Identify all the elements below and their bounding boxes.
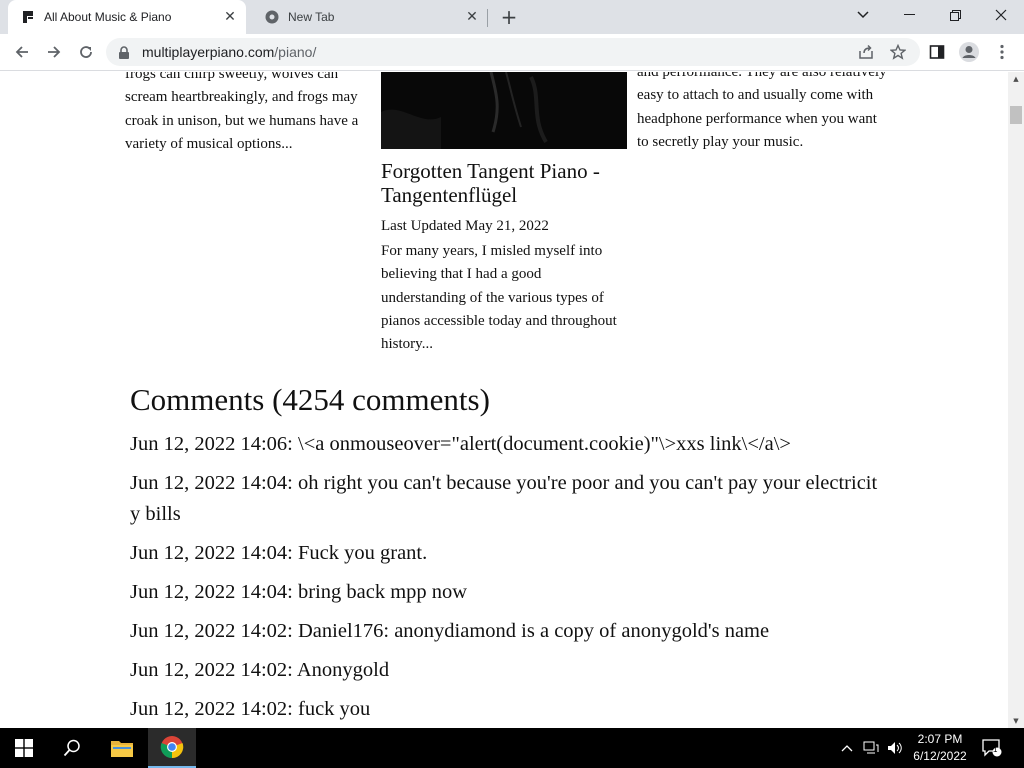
- windows-taskbar: 2:07 PM 6/12/2022 1: [0, 728, 1024, 768]
- page-content: frogs can chirp sweetly, wolves can scre…: [0, 72, 1008, 728]
- post-date: Last Updated May 21, 2022: [381, 218, 549, 234]
- network-icon[interactable]: [861, 738, 881, 758]
- comment-item: Jun 12, 2022 14:04: Fuck you grant.: [130, 542, 428, 564]
- post-excerpt: For many years, I misled myself into bel…: [381, 243, 617, 353]
- post-title-link[interactable]: Forgotten Tangent Piano - Tangentenflüge…: [381, 159, 621, 207]
- show-hidden-icons-icon[interactable]: [837, 738, 857, 758]
- clock-time: 2:07 PM: [917, 732, 963, 746]
- back-arrow-icon[interactable]: [8, 38, 36, 66]
- minimize-icon[interactable]: [886, 0, 932, 30]
- article-excerpt-left: frogs can chirp sweetly, wolves can scre…: [125, 72, 359, 152]
- url-host: multiplayerpiano.com: [142, 44, 275, 60]
- piano-site-favicon-icon: [20, 9, 36, 25]
- windows-start-icon[interactable]: [0, 728, 48, 768]
- notification-count: 1: [993, 745, 998, 754]
- scroll-down-arrow-icon[interactable]: ▼: [1008, 714, 1024, 728]
- side-panel-icon[interactable]: [924, 39, 950, 65]
- forward-arrow-icon[interactable]: [40, 38, 68, 66]
- tab-separator: [487, 9, 488, 27]
- share-icon[interactable]: [853, 39, 879, 65]
- chrome-favicon-icon: [264, 9, 280, 25]
- tab-close-icon[interactable]: ✕: [220, 7, 240, 27]
- comment-item: Jun 12, 2022 14:04: bring back mpp now: [130, 581, 468, 603]
- page-scrollbar[interactable]: ▲ ▼: [1008, 72, 1024, 728]
- url-path: /piano/: [274, 44, 317, 60]
- new-tab-button[interactable]: +: [497, 5, 521, 29]
- scroll-up-arrow-icon[interactable]: ▲: [1008, 72, 1024, 86]
- comment-item: Jun 12, 2022 14:06: \<a onmouseover="ale…: [130, 433, 791, 455]
- tab-search-icon[interactable]: [840, 0, 886, 30]
- tab-strip: All About Music & Piano ✕ New Tab ✕ +: [0, 0, 1024, 34]
- scrollbar-thumb[interactable]: [1010, 106, 1022, 124]
- tab-title: New Tab: [288, 10, 335, 24]
- search-icon[interactable]: [48, 728, 96, 768]
- star-icon[interactable]: [885, 39, 911, 65]
- url-text: multiplayerpiano.com/piano/: [142, 44, 316, 60]
- comment-item: Jun 12, 2022 14:04: oh right you can't b…: [130, 472, 878, 525]
- restore-icon[interactable]: [932, 0, 978, 30]
- kebab-menu-icon[interactable]: [989, 39, 1015, 65]
- tab-title: All About Music & Piano: [44, 10, 172, 24]
- profile-icon[interactable]: [956, 39, 982, 65]
- file-explorer-icon[interactable]: [98, 728, 146, 768]
- tab-new-tab[interactable]: New Tab ✕: [252, 0, 488, 34]
- lock-icon[interactable]: [118, 45, 132, 59]
- notification-center-icon[interactable]: 1: [982, 738, 1002, 758]
- browser-toolbar: multiplayerpiano.com/piano/: [0, 34, 1024, 71]
- comment-item: Jun 12, 2022 14:02: Daniel176: anonydiam…: [130, 620, 770, 642]
- tab-all-about-music[interactable]: All About Music & Piano ✕: [8, 0, 246, 34]
- comment-item: Jun 12, 2022 14:02: fuck you: [130, 698, 371, 720]
- chrome-taskbar-icon[interactable]: [148, 728, 196, 768]
- clock-date: 6/12/2022: [913, 749, 967, 763]
- post-thumbnail[interactable]: [381, 72, 627, 149]
- article-excerpt-right: and performance. They are also relativel…: [637, 72, 887, 150]
- tab-close-icon[interactable]: ✕: [462, 7, 482, 27]
- comment-item: Jun 12, 2022 14:02: Anonygold: [130, 659, 390, 681]
- close-window-icon[interactable]: [978, 0, 1024, 30]
- comments-heading: Comments (4254 comments): [130, 382, 490, 417]
- address-bar[interactable]: multiplayerpiano.com/piano/: [106, 38, 920, 66]
- system-clock[interactable]: 2:07 PM 6/12/2022: [900, 731, 980, 765]
- reload-icon[interactable]: [72, 38, 100, 66]
